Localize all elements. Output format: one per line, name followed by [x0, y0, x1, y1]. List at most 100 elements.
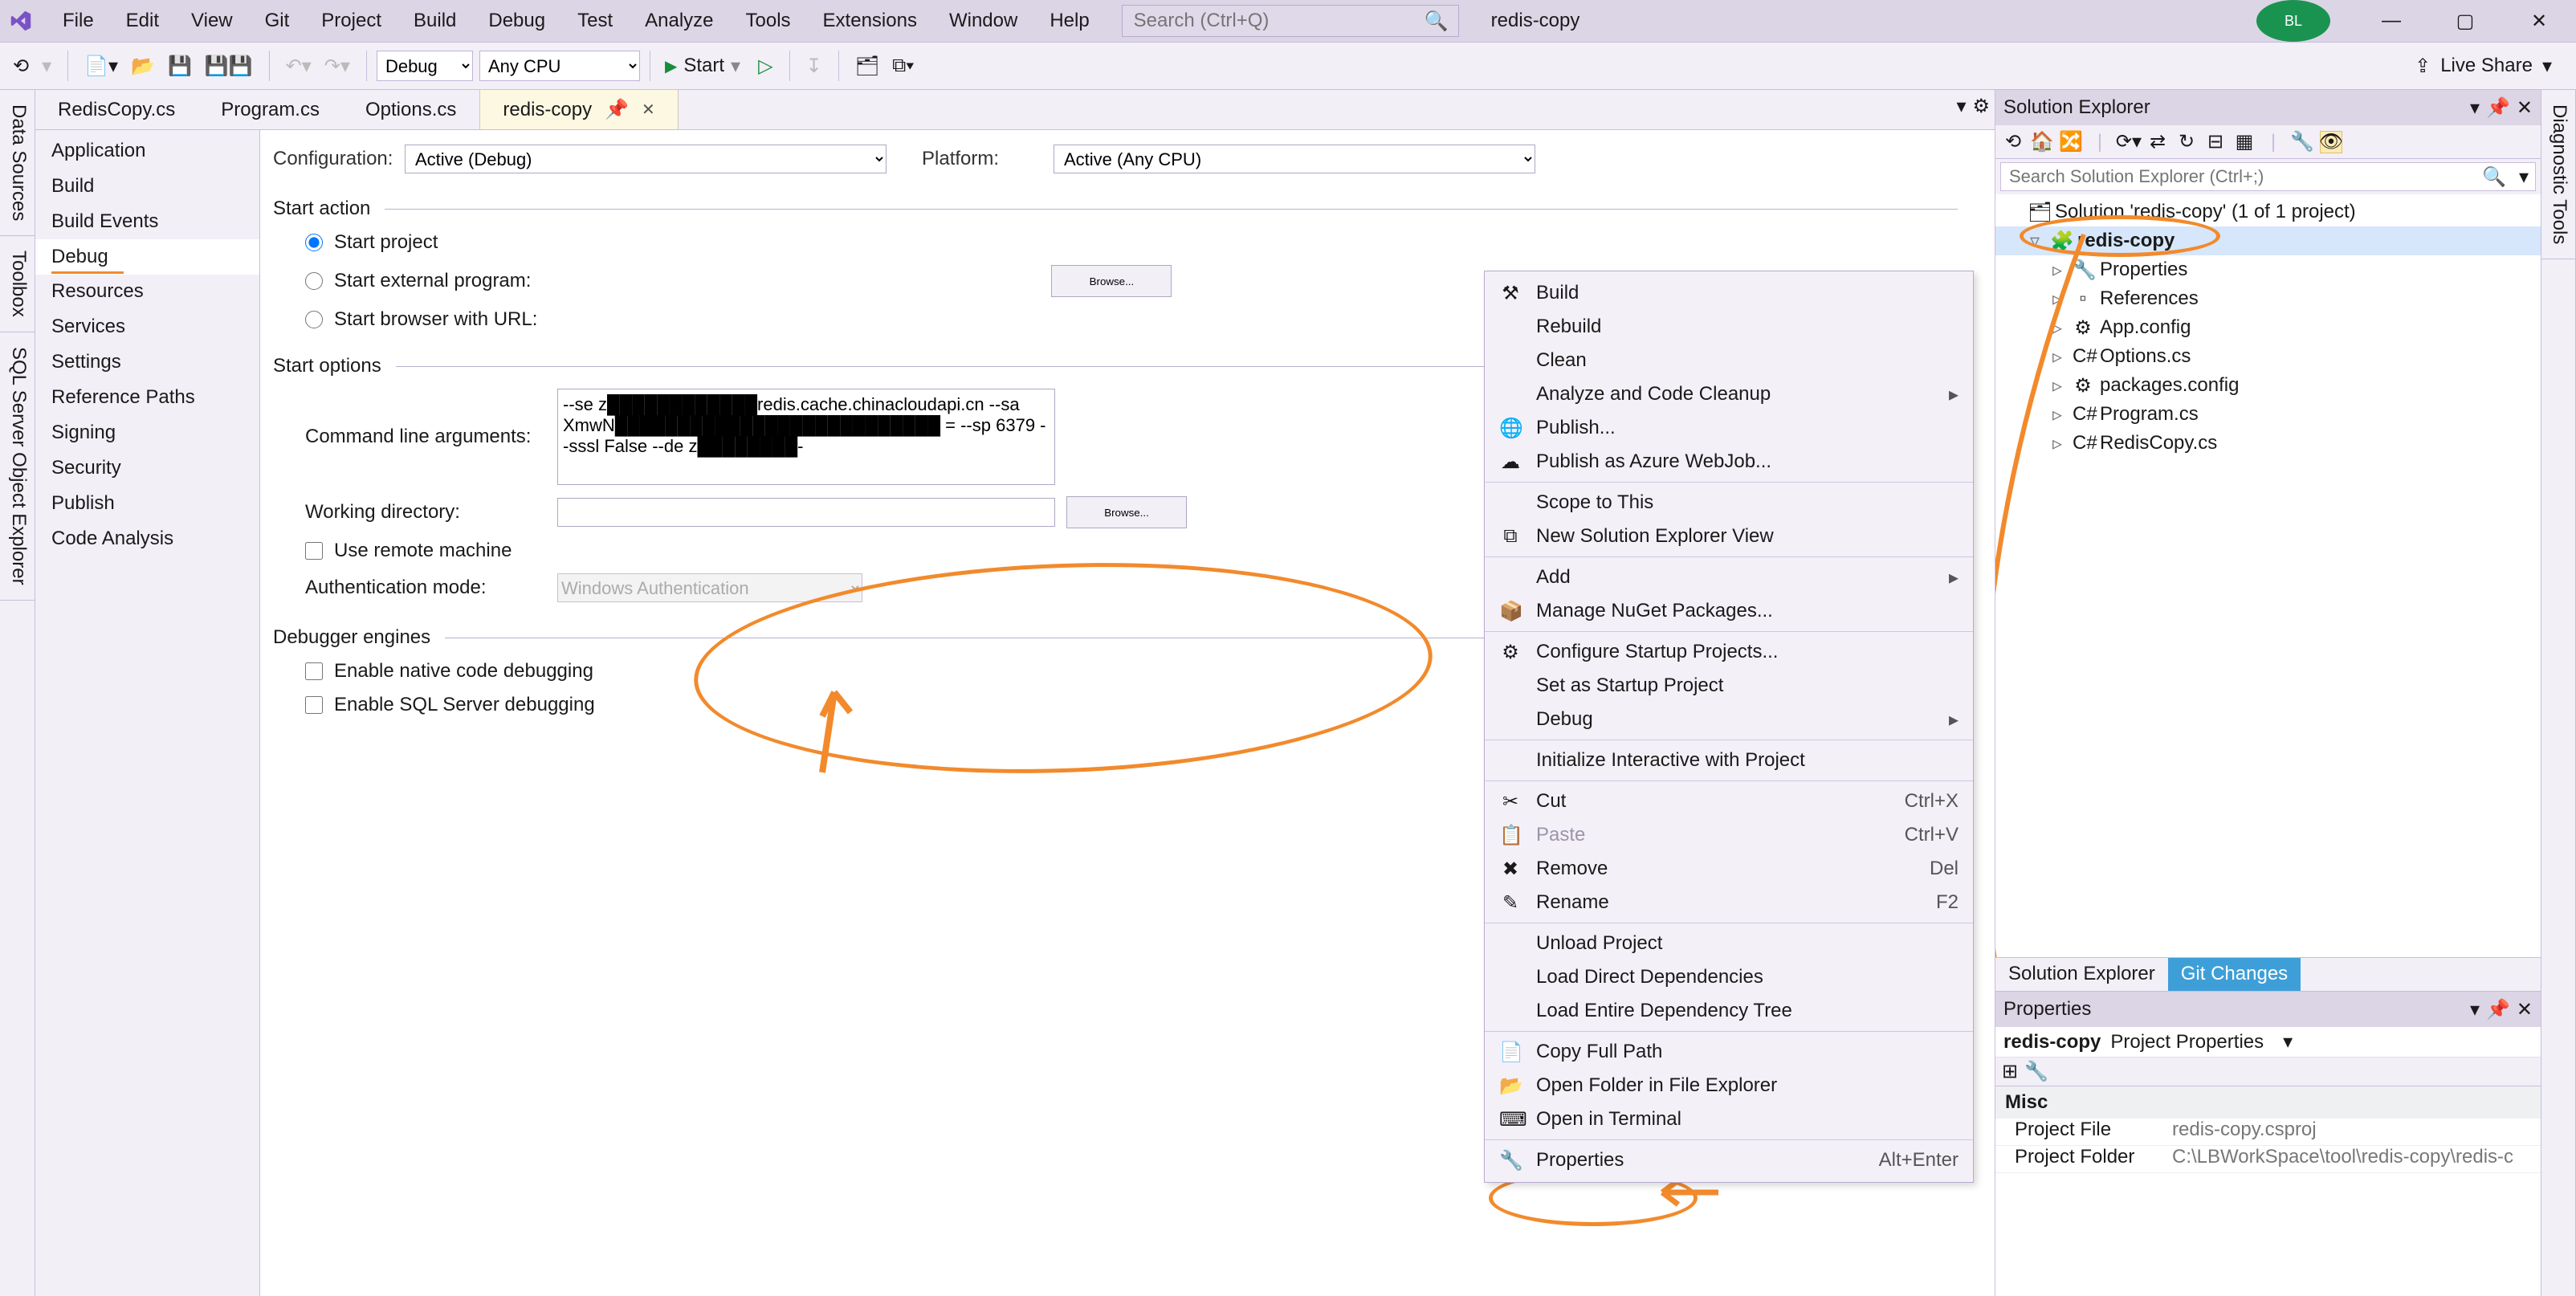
se-node-packages-config[interactable]: ▹⚙packages.config: [1995, 371, 2541, 400]
propnav-build[interactable]: Build: [35, 169, 259, 204]
ctx-cut[interactable]: ✂CutCtrl+X: [1485, 785, 1973, 818]
left-strip-data-sources[interactable]: Data Sources: [0, 90, 35, 236]
twisty-icon[interactable]: ▹: [2048, 345, 2066, 369]
se-home-icon[interactable]: 🏠: [2031, 131, 2053, 153]
se-filter-icon[interactable]: ⇄: [2146, 131, 2169, 153]
menu-analyze[interactable]: Analyze: [629, 10, 729, 32]
folder-button[interactable]: 🗂: [849, 51, 886, 81]
menu-extensions[interactable]: Extensions: [807, 10, 933, 32]
ctx-manage-nuget-packages-[interactable]: 📦Manage NuGet Packages...: [1485, 594, 1973, 628]
platform-dropdown[interactable]: Any CPU: [479, 51, 640, 81]
minimize-button[interactable]: —: [2354, 0, 2428, 42]
ctx-open-folder-in-file-explorer[interactable]: 📂Open Folder in File Explorer: [1485, 1069, 1973, 1102]
open-button[interactable]: 📂: [124, 51, 161, 81]
step-button[interactable]: ↧: [800, 51, 829, 81]
propnav-build-events[interactable]: Build Events: [35, 204, 259, 239]
twisty-icon[interactable]: ▹: [2048, 316, 2066, 340]
start-button[interactable]: ▶Start▾: [660, 51, 752, 81]
quick-search-input[interactable]: [1134, 10, 1425, 32]
ctx-build[interactable]: ⚒Build: [1485, 276, 1973, 310]
menu-view[interactable]: View: [175, 10, 249, 32]
start-browser-radio[interactable]: [305, 311, 323, 328]
se-node-references[interactable]: ▹▫References: [1995, 284, 2541, 313]
sql-debug-checkbox[interactable]: [305, 696, 323, 714]
ctx-initialize-interactive-with-project[interactable]: Initialize Interactive with Project: [1485, 744, 1973, 777]
solution-explorer-search[interactable]: 🔍▾: [2000, 162, 2536, 191]
props-cat-icon[interactable]: ⊞: [2002, 1060, 2018, 1083]
ctx-unload-project[interactable]: Unload Project: [1485, 927, 1973, 960]
save-button[interactable]: 💾: [161, 51, 198, 81]
menu-tools[interactable]: Tools: [730, 10, 807, 32]
se-switch-view-icon[interactable]: 🔀: [2060, 131, 2082, 153]
se-search-input[interactable]: [2001, 163, 2476, 190]
left-strip-toolbox[interactable]: Toolbox: [0, 236, 35, 332]
start-external-radio[interactable]: [305, 272, 323, 290]
menu-test[interactable]: Test: [561, 10, 629, 32]
start-without-debug-button[interactable]: ▷: [752, 51, 779, 81]
start-project-radio[interactable]: [305, 234, 323, 251]
ctx-debug[interactable]: Debug: [1485, 703, 1973, 736]
se-refresh-icon[interactable]: ↻: [2175, 131, 2198, 153]
maximize-button[interactable]: ▢: [2428, 0, 2502, 42]
propnav-signing[interactable]: Signing: [35, 415, 259, 450]
se-node-solution[interactable]: 🗂Solution 'redis-copy' (1 of 1 project): [1995, 198, 2541, 226]
properties-grid[interactable]: MiscProject Fileredis-copy.csprojProject…: [1995, 1086, 2541, 1296]
menu-build[interactable]: Build: [397, 10, 472, 32]
ctx-new-solution-explorer-view[interactable]: ⧉New Solution Explorer View: [1485, 520, 1973, 553]
se-node-program-cs[interactable]: ▹C#Program.cs: [1995, 400, 2541, 429]
props-pin[interactable]: 📌: [2486, 998, 2510, 1021]
ctx-copy-full-path[interactable]: 📄Copy Full Path: [1485, 1035, 1973, 1069]
menu-edit[interactable]: Edit: [110, 10, 175, 32]
browse-external-button[interactable]: Browse...: [1051, 265, 1172, 297]
propnav-reference-paths[interactable]: Reference Paths: [35, 380, 259, 415]
panel-pin-button[interactable]: 📌: [2486, 96, 2510, 120]
propnav-security[interactable]: Security: [35, 450, 259, 486]
ctx-properties[interactable]: 🔧PropertiesAlt+Enter: [1485, 1143, 1973, 1177]
nav-back-button[interactable]: ⟲: [6, 51, 35, 81]
solution-explorer-tree[interactable]: 🗂Solution 'redis-copy' (1 of 1 project)▿…: [1995, 194, 2541, 957]
se-tab-solution-explorer[interactable]: Solution Explorer: [1995, 958, 2168, 991]
menu-git[interactable]: Git: [249, 10, 306, 32]
doc-tab-redis-copy[interactable]: redis-copy📌✕: [479, 89, 678, 129]
ctx-clean[interactable]: Clean: [1485, 344, 1973, 377]
cmd-args-input[interactable]: --se z████████████redis.cache.chinacloud…: [557, 389, 1055, 485]
props-dd[interactable]: ▾: [2470, 998, 2480, 1021]
menu-debug[interactable]: Debug: [472, 10, 561, 32]
save-all-button[interactable]: 💾💾: [198, 51, 259, 81]
props-close[interactable]: ✕: [2517, 998, 2533, 1021]
menu-project[interactable]: Project: [305, 10, 397, 32]
se-sync-icon[interactable]: ⟳▾: [2117, 131, 2140, 153]
se-properties-icon[interactable]: 🔧: [2291, 131, 2313, 153]
right-strip-diagnostic-tools[interactable]: Diagnostic Tools: [2541, 90, 2575, 259]
undo-button[interactable]: ↶▾: [279, 51, 318, 81]
left-strip-sql-server-object-explorer[interactable]: SQL Server Object Explorer: [0, 332, 35, 601]
doc-tab-program-cs[interactable]: Program.cs: [198, 91, 343, 129]
remote-machine-checkbox[interactable]: [305, 542, 323, 560]
config-dropdown[interactable]: Debug: [377, 51, 473, 81]
se-collapse-icon[interactable]: ⊟: [2204, 131, 2227, 153]
se-back-icon[interactable]: ⟲: [2002, 131, 2024, 153]
tab-options-button[interactable]: ⚙: [1972, 95, 1990, 118]
new-item-button[interactable]: 📄▾: [78, 51, 124, 81]
propnav-publish[interactable]: Publish: [35, 486, 259, 521]
ctx-analyze-and-code-cleanup[interactable]: Analyze and Code Cleanup: [1485, 377, 1973, 411]
user-avatar[interactable]: BL: [2256, 0, 2330, 42]
se-search-dd[interactable]: ▾: [2513, 165, 2535, 189]
props-row[interactable]: Project Fileredis-copy.csproj: [1995, 1119, 2541, 1146]
propnav-settings[interactable]: Settings: [35, 344, 259, 380]
panel-close-button[interactable]: ✕: [2517, 96, 2533, 120]
doc-tab-options-cs[interactable]: Options.cs: [343, 91, 479, 129]
ctx-rename[interactable]: ✎RenameF2: [1485, 886, 1973, 919]
twisty-icon[interactable]: ▹: [2048, 374, 2066, 397]
se-node-project[interactable]: ▿🧩redis-copy: [1995, 226, 2541, 255]
propnav-debug[interactable]: Debug: [35, 239, 259, 275]
se-node-properties[interactable]: ▹🔧Properties: [1995, 255, 2541, 284]
se-node-rediscopy-cs[interactable]: ▹C#RedisCopy.cs: [1995, 429, 2541, 458]
ctx-rebuild[interactable]: Rebuild: [1485, 310, 1973, 344]
ctx-load-entire-dependency-tree[interactable]: Load Entire Dependency Tree: [1485, 994, 1973, 1028]
ctx-add[interactable]: Add: [1485, 560, 1973, 594]
browse-wd-button[interactable]: Browse...: [1066, 496, 1187, 528]
menu-help[interactable]: Help: [1033, 10, 1105, 32]
ctx-remove[interactable]: ✖RemoveDel: [1485, 852, 1973, 886]
ctx-open-in-terminal[interactable]: ⌨Open in Terminal: [1485, 1102, 1973, 1136]
